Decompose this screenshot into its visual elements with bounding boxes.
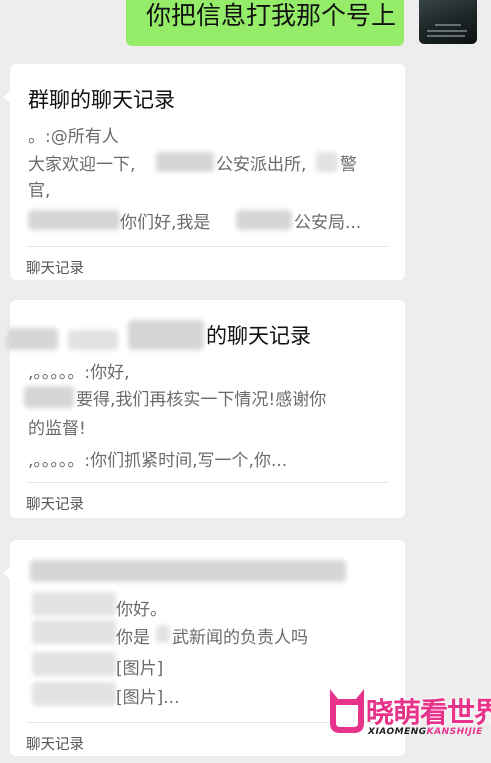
sent-message-bubble[interactable]: 你把信息打我那个号上 (126, 0, 404, 46)
card-line: 公安局... (294, 213, 362, 233)
card-line: 要得,我们再核实一下情况!感谢你 (76, 390, 327, 410)
card-line: [图片]... (116, 688, 180, 708)
card-line: ,。。。。。:你们抓紧时间,写一个,你... (28, 451, 288, 471)
avatar[interactable] (419, 0, 477, 44)
sent-message-text: 你把信息打我那个号上 (146, 1, 397, 30)
card-title: 群聊的聊天记录 (28, 88, 175, 112)
watermark-logo: 晓萌看世界 XIAOMENGKANSHIJIE (322, 681, 491, 753)
chat-record-card[interactable]: 的聊天记录 ,。。。。。:你好, 要得,我们再核实一下情况!感谢你 的监督! ,… (3, 300, 405, 518)
divider (26, 246, 389, 247)
card-line: 警 (340, 155, 357, 175)
top-message-row: 你把信息打我那个号上 (0, 0, 491, 50)
card-line: [图片] (116, 659, 164, 679)
card-line: 你是 (116, 628, 150, 648)
card-footer: 聊天记录 (26, 737, 84, 753)
cat-logo-icon (330, 689, 364, 733)
card-footer: 聊天记录 (26, 497, 84, 513)
divider (26, 482, 389, 483)
card-footer: 聊天记录 (26, 261, 84, 277)
chat-record-card[interactable]: 群聊的聊天记录 。:@所有人 大家欢迎一下, 公安派出所, 警 官, 你们好,我… (3, 64, 405, 280)
card-line: 。:@所有人 (28, 127, 119, 147)
card-line: 大家欢迎一下, (28, 155, 136, 175)
watermark-sub: XIAOMENGKANSHIJIE (368, 727, 483, 737)
watermark-name: 晓萌看世界 (366, 696, 491, 729)
card-line: 武新闻的负责人吗 (172, 628, 308, 648)
card-line: 官, (28, 181, 51, 201)
card-line: 公安派出所, (216, 155, 307, 175)
card-line: ,。。。。。:你好, (28, 363, 130, 383)
card-line: 你好。 (116, 600, 167, 620)
card-line: 的监督! (28, 419, 86, 439)
card-line: 你们好,我是 (120, 213, 211, 233)
card-title: 的聊天记录 (206, 324, 311, 348)
